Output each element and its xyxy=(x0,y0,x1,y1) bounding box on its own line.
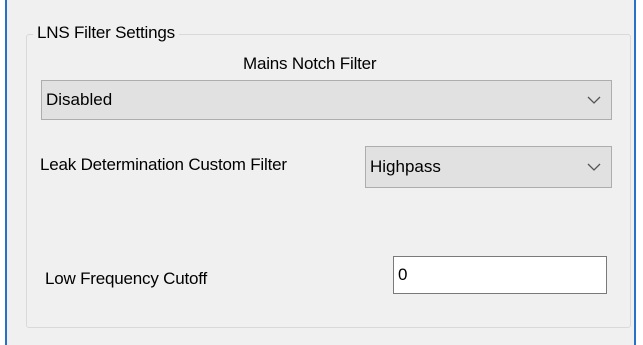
leak-determination-filter-dropdown[interactable]: Highpass xyxy=(365,146,612,188)
chevron-down-icon xyxy=(587,163,601,171)
window-right-border xyxy=(634,0,636,345)
low-frequency-cutoff-input[interactable]: 0 xyxy=(393,256,607,294)
window-left-border xyxy=(5,0,7,345)
leak-determination-filter-label: Leak Determination Custom Filter xyxy=(40,155,287,174)
low-frequency-cutoff-value: 0 xyxy=(398,265,408,284)
chevron-down-icon xyxy=(587,96,601,104)
mains-notch-filter-label: Mains Notch Filter xyxy=(243,54,377,73)
leak-determination-filter-value: Highpass xyxy=(370,157,441,176)
mains-notch-filter-dropdown[interactable]: Disabled xyxy=(41,80,612,120)
group-title: LNS Filter Settings xyxy=(33,22,179,44)
low-frequency-cutoff-label: Low Frequency Cutoff xyxy=(45,269,207,288)
mains-notch-filter-value: Disabled xyxy=(46,90,113,109)
filter-settings-window: LNS Filter Settings Mains Notch Filter D… xyxy=(0,0,643,345)
